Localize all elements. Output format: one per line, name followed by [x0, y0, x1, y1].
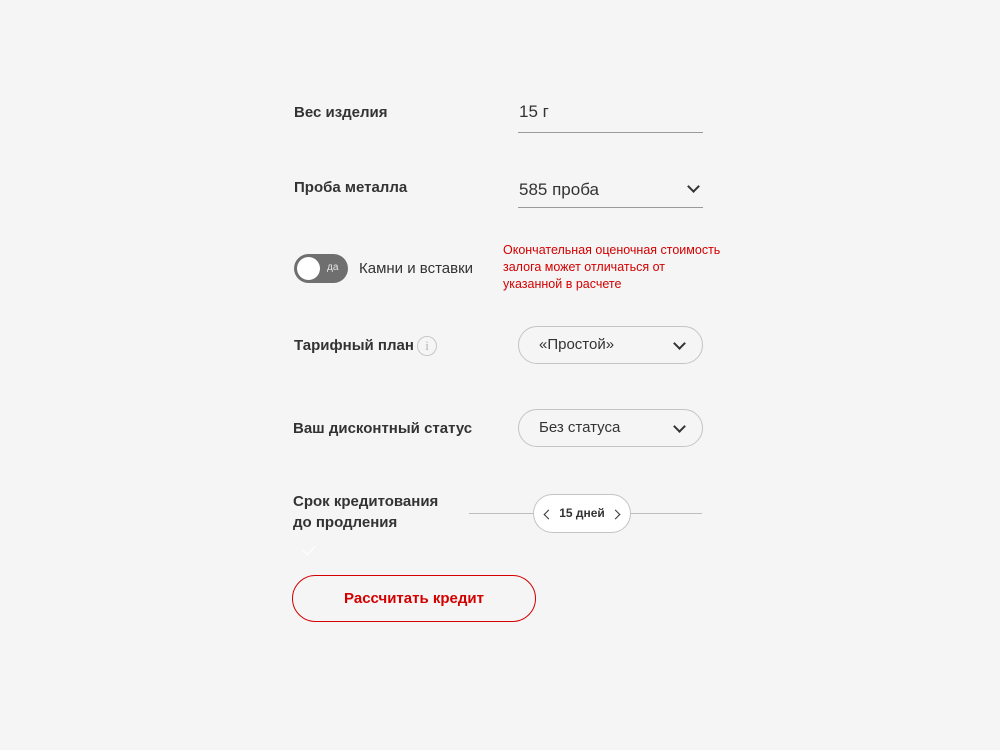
tariff-select[interactable]: «Простой» [518, 326, 703, 364]
tariff-label: Тарифный план [294, 337, 414, 354]
calculate-credit-button[interactable]: Рассчитать кредит [292, 575, 536, 622]
toggle-state-text: да [327, 262, 339, 273]
tariff-value: «Простой» [539, 336, 615, 353]
check-icon [302, 541, 316, 556]
metal-purity-label: Проба металла [294, 179, 408, 196]
discount-value: Без статуса [539, 419, 621, 436]
metal-purity-value: 585 проба [519, 180, 600, 199]
discount-select[interactable]: Без статуса [518, 409, 703, 447]
toggle-knob [297, 257, 320, 280]
weight-label: Вес изделия [294, 104, 388, 121]
loan-calculator: Вес изделия 15 г Проба металла 585 проба… [0, 0, 1000, 750]
chevron-down-icon [687, 180, 700, 193]
term-stepper[interactable]: 15 дней [533, 494, 631, 533]
stones-label: Камни и вставки [359, 260, 474, 277]
chevron-right-icon[interactable] [610, 509, 622, 521]
chevron-down-icon [673, 337, 686, 350]
term-slider-track-right[interactable] [630, 513, 702, 514]
valuation-warning: Окончательная оценочная стоимость залога… [503, 243, 721, 291]
metal-purity-select[interactable]: 585 проба [518, 176, 703, 208]
stones-toggle[interactable]: да [294, 254, 348, 283]
weight-value: 15 г [519, 102, 549, 121]
info-icon[interactable]: i [417, 336, 437, 356]
term-slider-track-left[interactable] [469, 513, 535, 514]
discount-label: Ваш дисконтный статус [293, 420, 473, 437]
weight-input[interactable]: 15 г [518, 100, 703, 133]
term-label-line2: до продления [293, 514, 398, 531]
term-label-line1: Срок кредитования [293, 493, 439, 510]
chevron-down-icon [673, 420, 686, 433]
